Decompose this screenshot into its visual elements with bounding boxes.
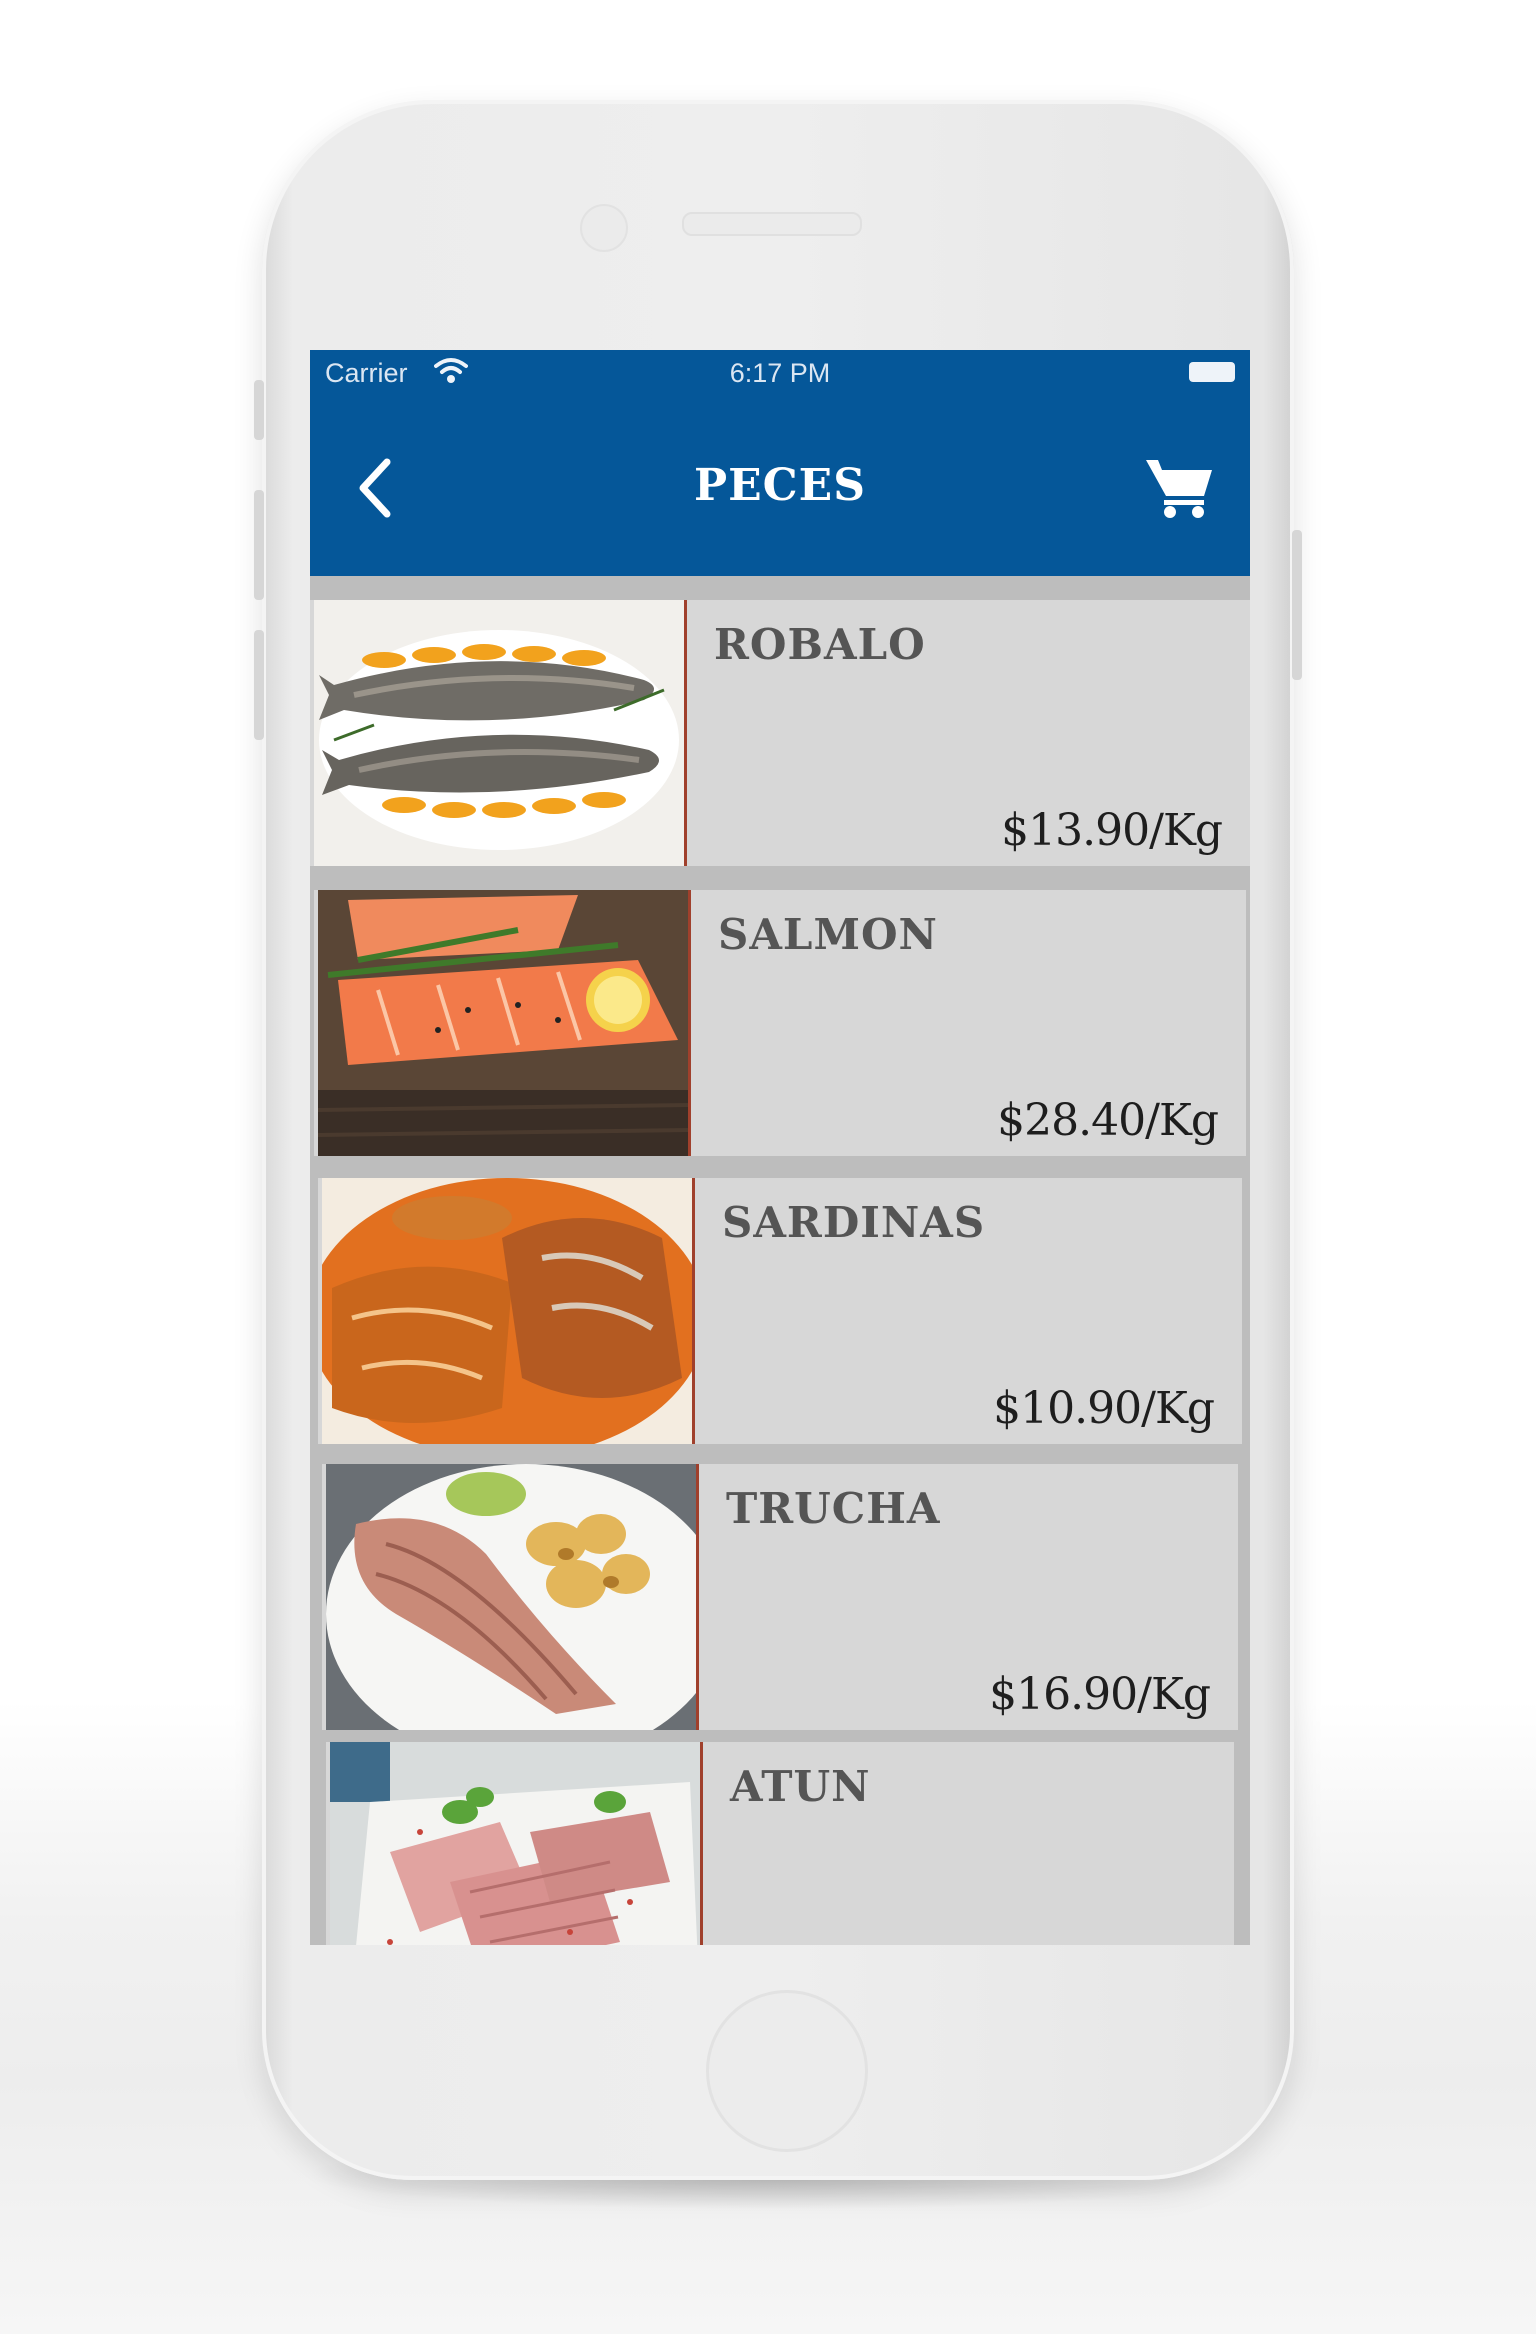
volume-down-button bbox=[254, 630, 264, 740]
product-image bbox=[318, 890, 691, 1156]
product-row-atun[interactable]: ATUN bbox=[326, 1742, 1234, 1945]
volume-up-button bbox=[254, 490, 264, 600]
product-price: $10.90/Kg bbox=[993, 1383, 1215, 1434]
product-image bbox=[322, 1178, 695, 1444]
product-row-sardinas[interactable]: SARDINAS $10.90/Kg bbox=[318, 1178, 1242, 1444]
product-name: ROBALO bbox=[714, 620, 926, 669]
product-row-salmon[interactable]: SALMON $28.40/Kg bbox=[314, 890, 1246, 1156]
product-image bbox=[326, 1464, 699, 1730]
product-name: ATUN bbox=[730, 1762, 871, 1811]
status-time: 6:17 PM bbox=[729, 358, 831, 388]
navigation-bar: PECES bbox=[310, 398, 1250, 576]
home-button bbox=[706, 1990, 868, 2152]
product-image bbox=[330, 1742, 703, 1945]
product-name: TRUCHA bbox=[726, 1484, 941, 1533]
status-bar: Carrier 6:17 PM bbox=[310, 350, 1250, 398]
earpiece-speaker bbox=[682, 212, 862, 236]
front-camera bbox=[580, 204, 628, 252]
product-row-trucha[interactable]: TRUCHA $16.90/Kg bbox=[322, 1464, 1238, 1730]
product-price: $13.90/Kg bbox=[1001, 805, 1223, 856]
app-screen: Carrier 6:17 PM PECES ROBALO $13.90/Kg S… bbox=[310, 350, 1250, 1945]
mute-switch bbox=[254, 380, 264, 440]
product-price: $16.90/Kg bbox=[989, 1669, 1211, 1720]
cart-button[interactable] bbox=[1140, 446, 1220, 526]
power-button bbox=[1292, 530, 1302, 680]
product-row-robalo[interactable]: ROBALO $13.90/Kg bbox=[310, 600, 1250, 866]
page-title: PECES bbox=[694, 460, 866, 511]
product-name: SALMON bbox=[718, 910, 938, 959]
battery-icon bbox=[1189, 362, 1235, 382]
product-image bbox=[314, 600, 687, 866]
product-price: $28.40/Kg bbox=[997, 1095, 1219, 1146]
cart-icon bbox=[1146, 460, 1212, 518]
product-name: SARDINAS bbox=[722, 1198, 986, 1247]
